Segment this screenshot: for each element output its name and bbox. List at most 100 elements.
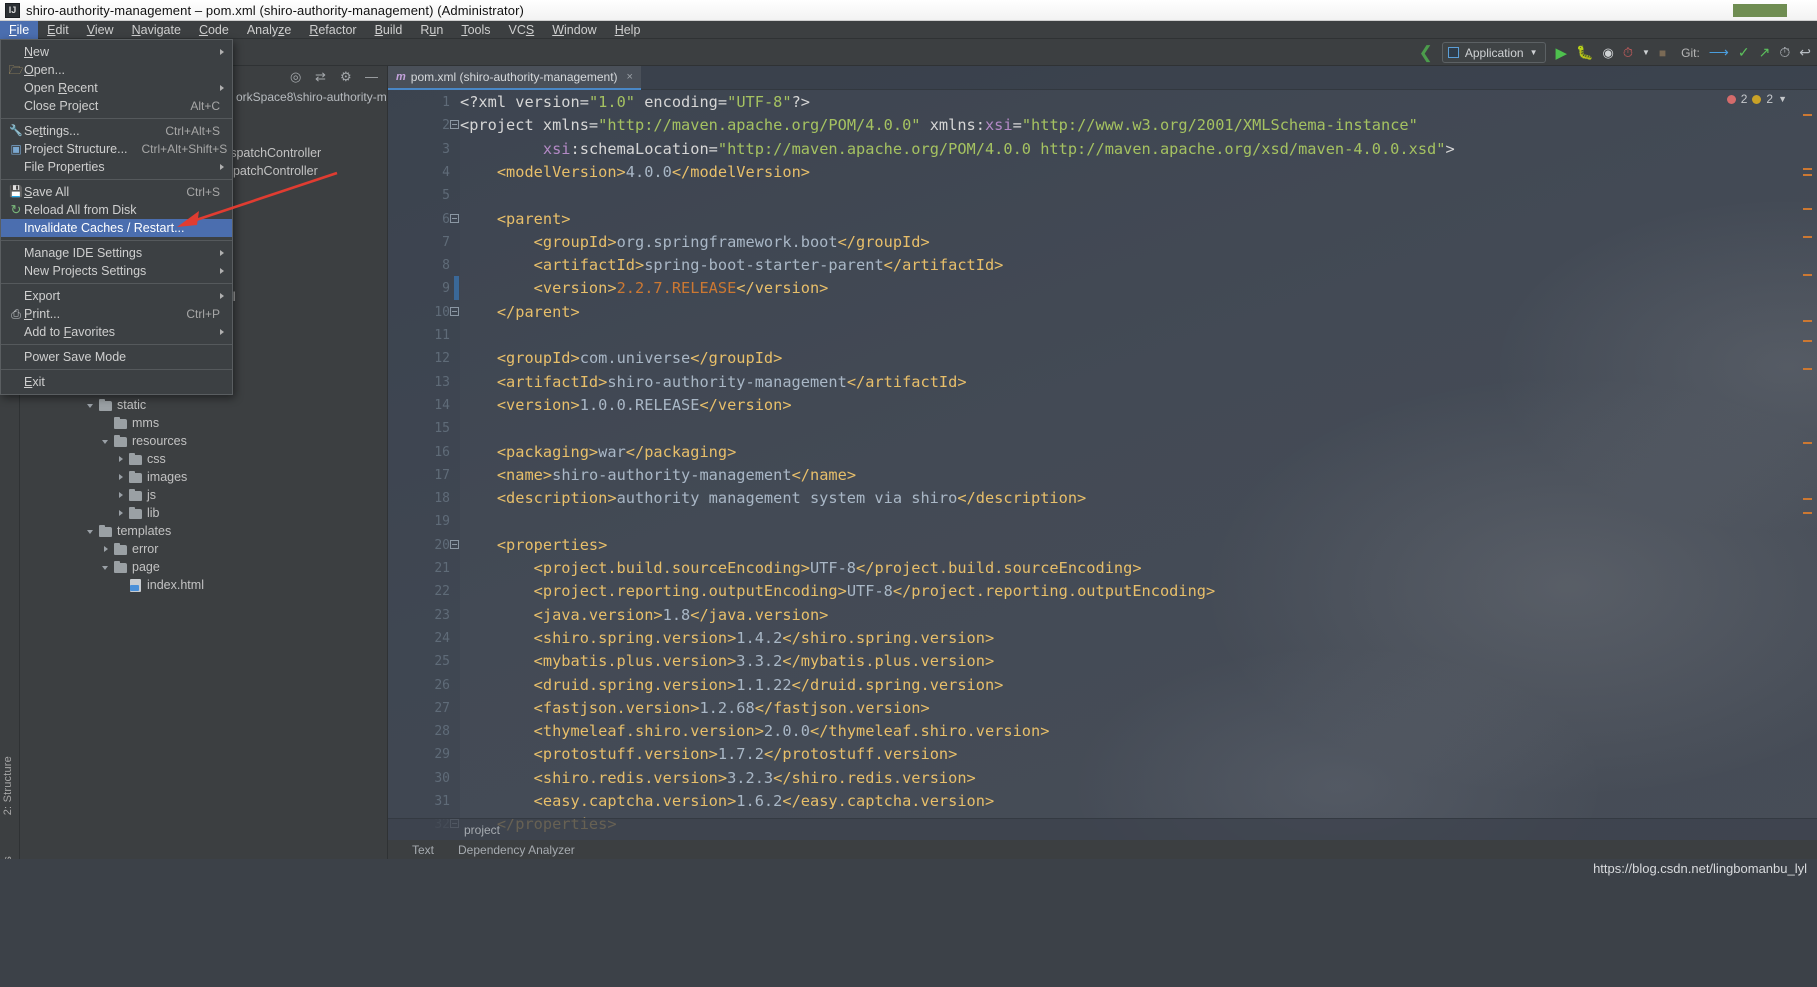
breadcrumb-item-project[interactable]: project <box>464 823 500 837</box>
code-line[interactable] <box>460 324 469 347</box>
file-menu-item-file-properties[interactable]: File Properties <box>1 158 232 176</box>
code-line[interactable]: <?xml version="1.0" encoding="UTF-8"?> <box>460 91 810 114</box>
tree-node-resources[interactable]: resources <box>20 432 388 450</box>
close-icon[interactable]: × <box>627 71 633 83</box>
menu-edit[interactable]: Edit <box>38 21 78 39</box>
code-line[interactable]: <artifactId>shiro-authority-management</… <box>460 371 967 394</box>
menu-analyze[interactable]: Analyze <box>238 21 300 39</box>
code-line[interactable] <box>460 184 469 207</box>
tree-node-static[interactable]: static <box>20 396 388 414</box>
file-menu-item-invalidate-caches-restart[interactable]: Invalidate Caches / Restart... <box>1 219 232 237</box>
main-menu-bar[interactable]: File Edit View Navigate Code Analyze Ref… <box>0 21 1817 39</box>
menu-run[interactable]: Run <box>411 21 452 39</box>
clock-icon[interactable]: ⏱ <box>1779 44 1790 61</box>
code-line[interactable] <box>460 417 469 440</box>
run-configuration-selector[interactable]: Application ▼ <box>1442 42 1547 63</box>
file-menu-item-open-recent[interactable]: Open Recent <box>1 79 232 97</box>
chevron-down-icon[interactable] <box>101 436 112 447</box>
push-arrow-icon[interactable]: ↗ <box>1759 44 1771 61</box>
menu-help[interactable]: Help <box>606 21 650 39</box>
code-line[interactable]: <packaging>war</packaging> <box>460 441 736 464</box>
file-menu-item-add-to-favorites[interactable]: Add to Favorites <box>1 323 232 341</box>
project-panel-toolbar[interactable]: ◎ ⇄ ⚙ — <box>290 69 380 84</box>
code-line[interactable]: <java.version>1.8</java.version> <box>460 604 828 627</box>
chevron-down-icon[interactable] <box>86 526 97 537</box>
file-menu-item-new-projects-settings[interactable]: New Projects Settings <box>1 262 232 280</box>
menu-window[interactable]: Window <box>543 21 605 39</box>
code-line[interactable]: <easy.captcha.version>1.6.2</easy.captch… <box>460 790 994 813</box>
chevron-down-icon[interactable] <box>86 400 97 411</box>
code-line[interactable]: <modelVersion>4.0.0</modelVersion> <box>460 161 810 184</box>
tree-node-mms[interactable]: mms <box>20 414 388 432</box>
file-menu-item-new[interactable]: New <box>1 43 232 61</box>
code-line[interactable] <box>460 510 469 533</box>
menu-vcs[interactable]: VCS <box>500 21 544 39</box>
menu-refactor[interactable]: Refactor <box>300 21 365 39</box>
chevron-down-icon[interactable]: ▼ <box>1778 94 1787 104</box>
stop-square-icon[interactable]: ■ <box>1659 46 1666 60</box>
editor-bottom-tabs[interactable]: Text Dependency Analyzer <box>388 840 1817 860</box>
chevron-down-icon[interactable] <box>101 562 112 573</box>
file-menu-item-project-structure[interactable]: ▣Project Structure...Ctrl+Alt+Shift+S <box>1 140 232 158</box>
update-arrow-icon[interactable]: ⟶ <box>1709 44 1729 61</box>
menu-tools[interactable]: Tools <box>452 21 499 39</box>
code-line[interactable]: </parent> <box>460 301 580 324</box>
file-menu-item-print[interactable]: ⎙Print...Ctrl+P <box>1 305 232 323</box>
code-line[interactable]: <groupId>com.universe</groupId> <box>460 347 782 370</box>
tree-node-error[interactable]: error <box>20 540 388 558</box>
code-line[interactable]: <shiro.spring.version>1.4.2</shiro.sprin… <box>460 627 994 650</box>
code-fold-toggle[interactable] <box>450 540 459 549</box>
back-arrow-icon[interactable]: ❮ <box>1419 44 1433 61</box>
menu-build[interactable]: Build <box>366 21 412 39</box>
editor-gutter[interactable]: 1234567891011121314151617181920212223242… <box>388 90 460 859</box>
menu-navigate[interactable]: Navigate <box>123 21 190 39</box>
code-fold-toggle[interactable] <box>450 120 459 129</box>
tab-text[interactable]: Text <box>412 843 434 857</box>
code-line[interactable]: <mybatis.plus.version>3.3.2</mybatis.plu… <box>460 650 994 673</box>
chevron-right-icon[interactable] <box>101 544 112 555</box>
file-menu-item-manage-ide-settings[interactable]: Manage IDE Settings <box>1 244 232 262</box>
code-line[interactable]: <thymeleaf.shiro.version>2.0.0</thymelea… <box>460 720 1049 743</box>
breadcrumb[interactable]: project <box>388 818 1817 840</box>
tree-node-css[interactable]: css <box>20 450 388 468</box>
chevron-down-icon[interactable]: ▼ <box>1642 48 1650 57</box>
bug-icon[interactable]: 🐛 <box>1576 44 1593 61</box>
chevron-right-icon[interactable] <box>116 490 127 501</box>
tree-node-page[interactable]: page <box>20 558 388 576</box>
code-line[interactable]: <groupId>org.springframework.boot</group… <box>460 231 930 254</box>
code-line[interactable]: <name>shiro-authority-management</name> <box>460 464 856 487</box>
tree-node-js[interactable]: js <box>20 486 388 504</box>
inspection-widget[interactable]: 2 2 ▼ <box>1727 92 1787 106</box>
hide-icon[interactable]: — <box>365 69 380 84</box>
file-menu-item-close-project[interactable]: Close ProjectAlt+C <box>1 97 232 115</box>
check-icon[interactable]: ✓ <box>1738 44 1750 61</box>
code-line[interactable]: <parent> <box>460 208 571 231</box>
code-content[interactable]: <?xml version="1.0" encoding="UTF-8"?> <p… <box>460 90 1740 859</box>
code-line[interactable]: <protostuff.version>1.7.2</protostuff.ve… <box>460 743 957 766</box>
tree-node-lib[interactable]: lib <box>20 504 388 522</box>
code-line[interactable]: <artifactId>spring-boot-starter-parent</… <box>460 254 1003 277</box>
menu-code[interactable]: Code <box>190 21 238 39</box>
code-fold-toggle[interactable] <box>450 214 459 223</box>
file-menu-item-settings[interactable]: 🔧Settings...Ctrl+Alt+S <box>1 122 232 140</box>
editor-scroll-markers[interactable] <box>1801 108 1813 848</box>
chevron-down-icon[interactable]: ▼ <box>1530 48 1538 57</box>
code-line[interactable]: xsi:schemaLocation="http://maven.apache.… <box>460 138 1455 161</box>
tree-node-images[interactable]: images <box>20 468 388 486</box>
tree-node-templates[interactable]: templates <box>20 522 388 540</box>
play-icon[interactable]: ▶ <box>1555 44 1567 62</box>
editor-tab-bar[interactable]: m pom.xml (shiro-authority-management) × <box>388 66 1817 90</box>
tree-node-index.html[interactable]: index.html <box>20 576 388 594</box>
main-toolbar[interactable]: ❮ Application ▼ ▶ 🐛 ◉ ⏱ ▼ ■ Git: ⟶ ✓ ↗ ⏱… <box>0 39 1817 66</box>
locate-icon[interactable]: ◎ <box>290 69 305 84</box>
file-menu-item-power-save-mode[interactable]: Power Save Mode <box>1 348 232 366</box>
code-line[interactable]: <description>authority management system… <box>460 487 1086 510</box>
code-line[interactable]: <version>2.2.7.RELEASE</version> <box>460 277 828 300</box>
file-menu-item-export[interactable]: Export <box>1 287 232 305</box>
editor-tab-pom-xml[interactable]: m pom.xml (shiro-authority-management) × <box>388 66 641 90</box>
window-controls[interactable] <box>1697 0 1817 21</box>
code-line[interactable]: <properties> <box>460 534 607 557</box>
chevron-right-icon[interactable] <box>116 454 127 465</box>
chevron-right-icon[interactable] <box>116 472 127 483</box>
file-menu-popup[interactable]: New🗁Open...Open RecentClose ProjectAlt+C… <box>0 39 233 395</box>
